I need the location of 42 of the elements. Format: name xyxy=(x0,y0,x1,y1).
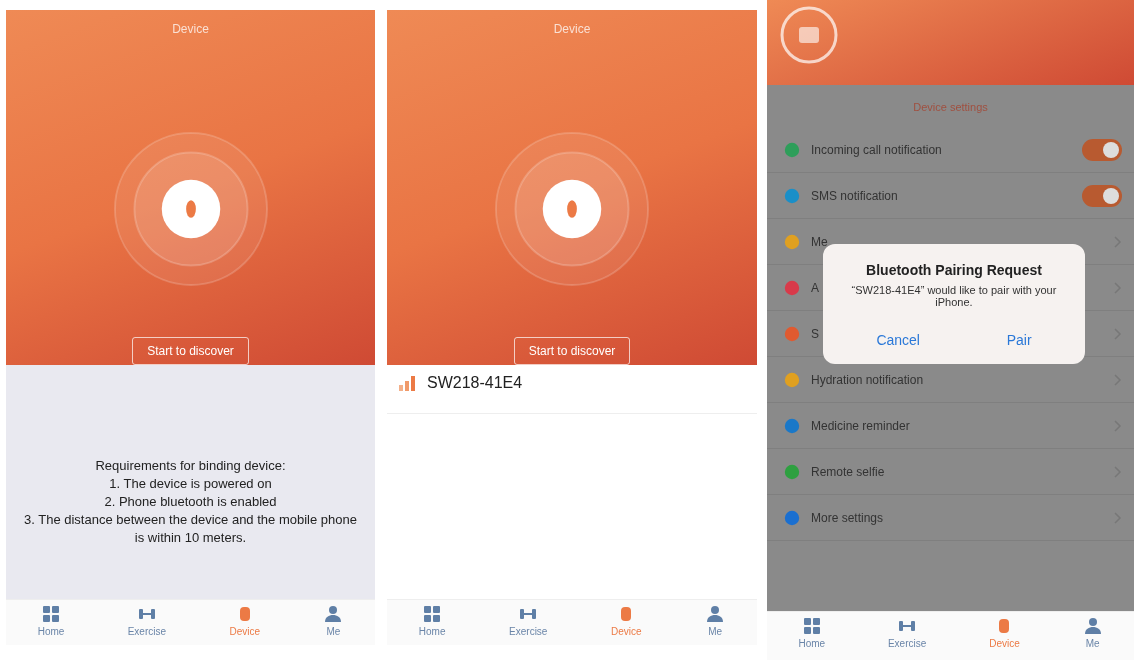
discover-button[interactable]: Start to discover xyxy=(513,337,631,365)
tab-item[interactable]: Exercise xyxy=(119,600,175,645)
screen-title: Device xyxy=(553,22,591,36)
tab-item[interactable]: Me xyxy=(1074,612,1111,660)
discover-button[interactable]: Start to discover xyxy=(132,337,249,365)
person-icon xyxy=(705,604,726,624)
tab-item[interactable]: Device xyxy=(603,600,650,645)
settings-row[interactable]: Medicine reminder xyxy=(767,403,1134,449)
screen-title: Device xyxy=(172,22,209,36)
settings-row[interactable]: SMS notification xyxy=(767,173,1134,219)
section-title: Device settings xyxy=(913,101,988,113)
grid-icon xyxy=(422,604,443,624)
toggle-switch[interactable] xyxy=(1082,184,1122,207)
tab-item[interactable]: Device xyxy=(981,612,1028,660)
dialog-title: Bluetooth Pairing Request xyxy=(866,262,1042,278)
requirement-text: Requirements for binding device: xyxy=(95,456,286,475)
tab-item[interactable]: Device xyxy=(221,600,268,645)
tab-item[interactable]: Home xyxy=(790,612,834,660)
tab-item[interactable]: Exercise xyxy=(879,612,935,660)
settings-row[interactable]: Remote selfie xyxy=(767,449,1134,495)
grid-icon xyxy=(41,604,61,624)
tab-item[interactable]: Me xyxy=(697,600,734,645)
settings-row[interactable]: Incoming call notification xyxy=(767,127,1134,173)
person-icon xyxy=(323,604,344,624)
radar-icon xyxy=(492,131,652,287)
watch-ring-icon xyxy=(779,5,839,65)
dialog-message: “SW218-41E4” would like to pair with your iPhone. xyxy=(850,284,1058,308)
requirement-text: 1. The device is powered on xyxy=(109,474,272,493)
tab-item[interactable]: Exercise xyxy=(501,600,556,645)
tab-item[interactable]: Home xyxy=(410,600,454,645)
person-icon xyxy=(1082,616,1103,636)
toggle-switch[interactable] xyxy=(1082,138,1122,161)
tab-item[interactable]: Me xyxy=(315,600,352,645)
dialog-button[interactable]: Pair xyxy=(996,328,1042,352)
dialog-button[interactable]: Cancel xyxy=(866,328,930,352)
signal-bars-icon xyxy=(397,373,417,393)
grid-icon xyxy=(801,616,822,636)
tab-item[interactable]: Home xyxy=(29,600,73,645)
requirement-text: 2. Phone bluetooth is enabled xyxy=(104,492,277,511)
requirement-text: 3. The distance between the device and the mobile phone is within 10 meters. xyxy=(23,511,358,548)
settings-row[interactable]: More settings xyxy=(767,495,1134,541)
device-list-item[interactable]: SW218-41E4 xyxy=(387,365,757,414)
